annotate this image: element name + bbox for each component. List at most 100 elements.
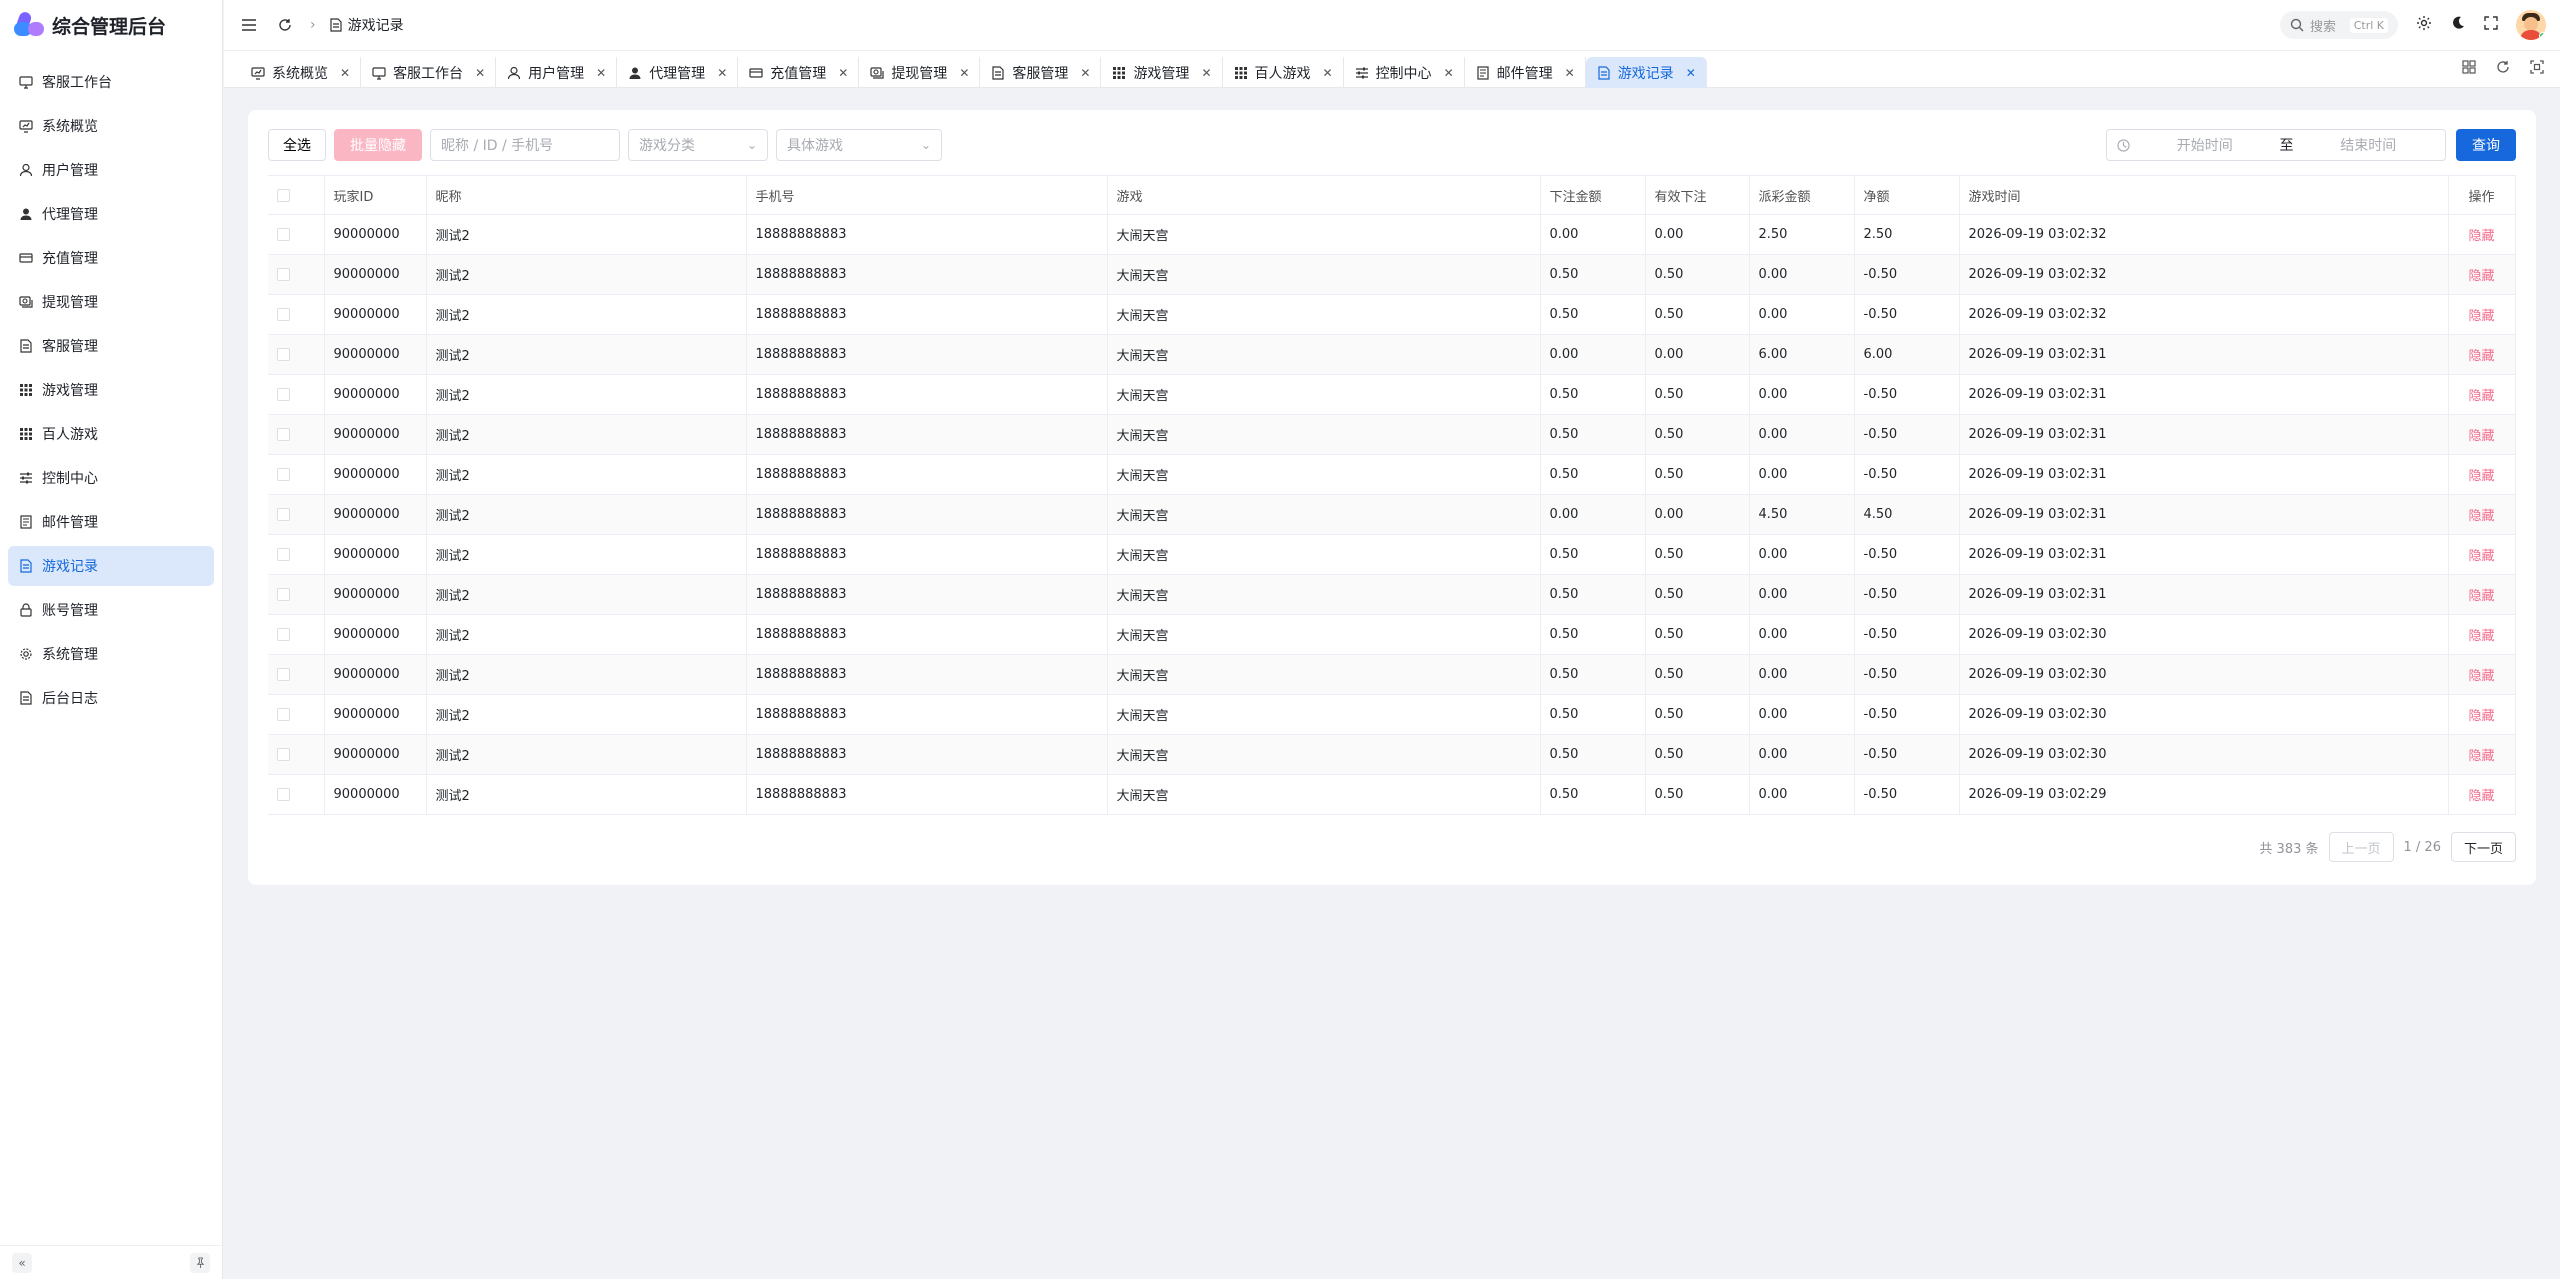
row-checkbox[interactable] [277,788,290,801]
hide-link[interactable]: 隐藏 [2458,265,2506,284]
tab[interactable]: 客服管理 ✕ [980,57,1102,88]
sidebar-item[interactable]: 用户管理 [8,150,214,190]
hide-link[interactable]: 隐藏 [2458,425,2506,444]
tab[interactable]: 百人游戏 ✕ [1223,57,1344,88]
row-checkbox[interactable] [277,308,290,321]
sidebar-item[interactable]: 系统管理 [8,634,214,674]
hide-link[interactable]: 隐藏 [2458,465,2506,484]
hide-link[interactable]: 隐藏 [2458,345,2506,364]
row-checkbox[interactable] [277,228,290,241]
close-icon[interactable]: ✕ [838,66,848,80]
row-checkbox[interactable] [277,548,290,561]
sidebar-item[interactable]: 后台日志 [8,678,214,718]
hide-link[interactable]: 隐藏 [2458,545,2506,564]
tab[interactable]: 系统概览 ✕ [240,57,362,88]
hide-link[interactable]: 隐藏 [2458,705,2506,724]
close-icon[interactable]: ✕ [1201,66,1211,80]
table-cell: -0.50 [1854,534,1960,575]
sidebar-item[interactable]: 充值管理 [8,238,214,278]
next-page-button[interactable]: 下一页 [2450,832,2516,862]
hide-link[interactable]: 隐藏 [2458,225,2506,244]
prev-page-button[interactable]: 上一页 [2328,832,2394,862]
collapse-icon[interactable]: « [12,1252,32,1273]
close-icon[interactable]: ✕ [959,66,969,80]
end-time-input[interactable]: 结束时间 [2302,135,2436,155]
menu-toggle-icon[interactable] [238,14,260,36]
table-cell: 大闹天宫 [1107,654,1541,695]
row-checkbox[interactable] [277,588,290,601]
sidebar-item[interactable]: 控制中心 [8,458,214,498]
hide-link[interactable]: 隐藏 [2458,625,2506,644]
tab[interactable]: 游戏管理 ✕ [1101,57,1223,88]
close-icon[interactable]: ✕ [1686,66,1696,80]
hide-link[interactable]: 隐藏 [2458,305,2506,324]
select-all-checkbox[interactable] [277,188,290,202]
tab[interactable]: 充值管理 ✕ [738,57,860,88]
select-all-button[interactable]: 全选 [268,129,326,161]
dark-mode-icon[interactable] [2450,15,2466,35]
sidebar-item[interactable]: 游戏记录 [8,546,214,586]
row-checkbox[interactable] [277,708,290,721]
dashboard-icon [18,118,34,134]
date-range-picker[interactable]: 开始时间 至 结束时间 [2106,129,2446,161]
close-icon[interactable]: ✕ [596,66,606,80]
sidebar-item[interactable]: 客服管理 [8,326,214,366]
search-input[interactable]: 昵称 / ID / 手机号 [430,129,620,161]
tab[interactable]: 提现管理 ✕ [859,57,981,88]
fullscreen-icon[interactable] [2484,16,2498,34]
refresh-icon[interactable] [274,14,296,36]
row-checkbox[interactable] [277,468,290,481]
category-select[interactable]: 游戏分类 ⌄ [628,129,768,161]
sidebar-item[interactable]: 系统概览 [8,106,214,146]
close-icon[interactable]: ✕ [340,66,350,80]
row-checkbox[interactable] [277,748,290,761]
pin-icon[interactable] [190,1252,210,1273]
hide-link[interactable]: 隐藏 [2458,785,2506,804]
hide-link[interactable]: 隐藏 [2458,745,2506,764]
row-checkbox[interactable] [277,388,290,401]
table-row: 90000000 测试2 18888888883 大闹天宫 0.50 0.50 0.00 -0… [268,734,2516,775]
tab[interactable]: 邮件管理 ✕ [1465,57,1586,88]
close-icon[interactable]: ✕ [1080,66,1090,80]
row-checkbox[interactable] [277,628,290,641]
sidebar-item[interactable]: 账号管理 [8,590,214,630]
row-checkbox[interactable] [277,508,290,521]
settings-icon[interactable] [2416,15,2432,35]
maximize-icon[interactable] [2530,60,2544,78]
sidebar-item[interactable]: 提现管理 [8,282,214,322]
tab[interactable]: 客服工作台 ✕ [361,57,497,88]
sidebar-item[interactable]: 游戏管理 [8,370,214,410]
row-checkbox[interactable] [277,668,290,681]
sidebar-item[interactable]: 邮件管理 [8,502,214,542]
start-time-input[interactable]: 开始时间 [2138,135,2272,155]
tab[interactable]: 游戏记录 ✕ [1585,57,1707,88]
layout-icon[interactable] [2462,60,2476,78]
query-button[interactable]: 查询 [2456,129,2516,161]
hide-link[interactable]: 隐藏 [2458,665,2506,684]
batch-hide-button[interactable]: 批量隐藏 [334,129,422,161]
hide-link[interactable]: 隐藏 [2458,385,2506,404]
tab[interactable]: 控制中心 ✕ [1344,57,1465,88]
close-icon[interactable]: ✕ [1444,66,1454,80]
row-checkbox[interactable] [277,268,290,281]
global-search[interactable]: 搜索 Ctrl K [2280,11,2398,39]
user-icon [18,162,34,178]
breadcrumb-current[interactable]: 游戏记录 [348,15,404,35]
row-checkbox[interactable] [277,348,290,361]
tab[interactable]: 代理管理 ✕ [617,57,739,88]
avatar[interactable] [2516,10,2546,40]
close-icon[interactable]: ✕ [1323,66,1333,80]
hide-link[interactable]: 隐藏 [2458,585,2506,604]
sidebar-item[interactable]: 代理管理 [8,194,214,234]
reload-tab-icon[interactable] [2496,60,2510,78]
tab[interactable]: 用户管理 ✕ [496,57,618,88]
sidebar-item[interactable]: 客服工作台 [8,62,214,102]
row-checkbox[interactable] [277,428,290,441]
close-icon[interactable]: ✕ [1565,66,1575,80]
close-icon[interactable]: ✕ [475,66,485,80]
close-icon[interactable]: ✕ [717,66,727,80]
game-select[interactable]: 具体游戏 ⌄ [776,129,942,161]
sidebar-item-label: 控制中心 [42,471,98,487]
hide-link[interactable]: 隐藏 [2458,505,2506,524]
sidebar-item[interactable]: 百人游戏 [8,414,214,454]
